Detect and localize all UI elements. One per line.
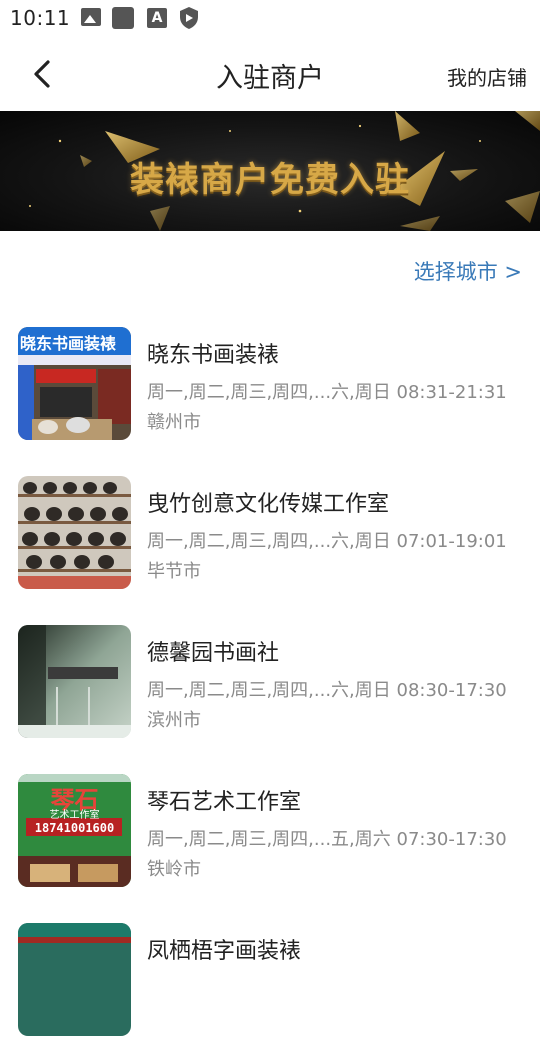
- banner-title: 装裱商户免费入驻: [130, 160, 410, 200]
- shop-city: 毕节市: [147, 561, 201, 582]
- shop-list: 晓东书画装裱 晓东书画装裱 周一,周二,周三,周四,...六,周日 08:31-…: [0, 312, 540, 1057]
- shop-list-item[interactable]: 凤栖梧字画装裱: [0, 908, 540, 1057]
- shop-hours: 周一,周二,周三,周四,...六,周日 07:01-19:01: [147, 531, 507, 552]
- shop-city: 滨州市: [147, 710, 201, 731]
- a-icon: A: [147, 8, 167, 28]
- shop-name: 晓东书画装裱: [147, 343, 280, 368]
- shop-hours: 周一,周二,周三,周四,...六,周日 08:30-17:30: [147, 680, 507, 701]
- photo-icon: [81, 8, 101, 26]
- shop-name: 德馨园书画社: [147, 641, 280, 666]
- shop-thumbnail: 晓东书画装裱: [18, 327, 131, 440]
- back-arrow-icon[interactable]: [22, 54, 62, 94]
- shield-icon: [180, 7, 198, 29]
- shop-name: 琴石艺术工作室: [147, 790, 302, 815]
- shop-sign-phone: 18741001600: [34, 821, 115, 835]
- shop-thumbnail: [18, 923, 131, 1036]
- status-time: 10:11: [10, 6, 71, 30]
- shop-city: 赣州市: [147, 412, 201, 433]
- shop-hours: 周一,周二,周三,周四,...六,周日 08:31-21:31: [147, 382, 507, 403]
- shop-list-item[interactable]: 琴石 艺术工作室 18741001600 琴石艺术工作室 周一,周二,周三,周四…: [0, 759, 540, 908]
- shop-thumbnail: 琴石 艺术工作室 18741001600: [18, 774, 131, 887]
- shop-thumbnail: [18, 625, 131, 738]
- shop-thumbnail: [18, 476, 131, 589]
- shop-list-item[interactable]: 曳竹创意文化传媒工作室 周一,周二,周三,周四,...六,周日 07:01-19…: [0, 461, 540, 610]
- shop-list-item[interactable]: 德馨园书画社 周一,周二,周三,周四,...六,周日 08:30-17:30 滨…: [0, 610, 540, 759]
- promo-banner[interactable]: 装裱商户免费入驻: [0, 111, 540, 231]
- select-city-link[interactable]: 选择城市 >: [414, 256, 522, 286]
- shop-hours: 周一,周二,周三,周四,...五,周六 07:30-17:30: [147, 829, 507, 850]
- status-bar: 10:11 A: [0, 0, 540, 36]
- nav-bar: 入驻商户 我的店铺: [0, 36, 540, 112]
- my-shop-link[interactable]: 我的店铺: [447, 62, 527, 91]
- shop-name: 曳竹创意文化传媒工作室: [147, 492, 390, 517]
- shop-list-item[interactable]: 晓东书画装裱 晓东书画装裱 周一,周二,周三,周四,...六,周日 08:31-…: [0, 312, 540, 461]
- shop-city: 铁岭市: [147, 859, 201, 880]
- shop-name: 凤栖梧字画装裱: [147, 939, 302, 964]
- square-icon: [112, 7, 134, 29]
- shop-sign-text: 晓东书画装裱: [20, 334, 117, 353]
- shop-sign-subtext: 艺术工作室: [49, 810, 100, 821]
